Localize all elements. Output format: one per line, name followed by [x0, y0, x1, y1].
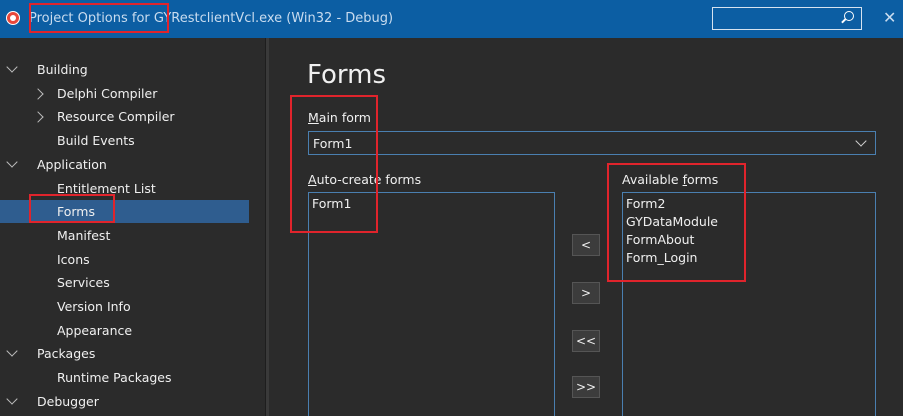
main-form-label-mnemonic: M — [308, 110, 319, 125]
chevron-down-icon[interactable] — [6, 393, 18, 405]
sidebar-item-version-info[interactable]: Version Info — [0, 295, 249, 318]
sidebar-item-label: Services — [57, 275, 110, 291]
move-all-left-button[interactable]: << — [572, 330, 600, 352]
sidebar-item-forms[interactable]: Forms — [0, 200, 249, 224]
list-item[interactable]: Form2 — [623, 195, 875, 213]
list-item[interactable]: Form_Login — [623, 249, 875, 267]
main-form-label: Main form — [308, 110, 371, 125]
window-title-project: GYRestclientVcl.exe (Win32 - Debug) — [153, 11, 394, 26]
search-icon[interactable] — [844, 11, 854, 21]
search-input[interactable] — [712, 7, 862, 30]
sidebar-item-debugger[interactable]: Debugger — [0, 390, 249, 413]
list-item[interactable]: FormAbout — [623, 231, 875, 249]
chevron-down-icon[interactable] — [855, 135, 867, 147]
sidebar-item-label: Building — [37, 62, 88, 77]
sidebar-item-label: Packages — [37, 346, 96, 362]
sidebar-item-label: Appearance — [57, 322, 133, 338]
window-title-prefix: Project Options for — [29, 11, 154, 26]
main-form-value: Form1 — [313, 136, 353, 151]
sidebar-item-appearance[interactable]: Appearance — [0, 319, 249, 342]
sidebar-item-application[interactable]: Application — [0, 153, 249, 176]
sidebar-item-label: Icons — [57, 251, 90, 267]
auto-create-list[interactable]: Form1 — [308, 192, 555, 416]
sidebar-item-resource-compiler[interactable]: Resource Compiler — [0, 105, 249, 128]
window-title: Project Options for GYRestclientVcl.exe … — [29, 11, 393, 26]
sidebar-item-manifest[interactable]: Manifest — [0, 224, 249, 247]
available-forms-list[interactable]: Form2 GYDataModule FormAbout Form_Login — [622, 192, 876, 416]
forms-panel: Forms Main form Form1 Auto-create forms … — [270, 38, 903, 416]
move-right-button[interactable]: > — [572, 282, 600, 304]
sidebar-item-label: Forms — [57, 204, 96, 220]
available-forms-label: Available forms — [622, 172, 718, 187]
chevron-down-icon[interactable] — [6, 61, 18, 73]
sidebar-item-label: Debugger — [37, 393, 99, 409]
main-form-select[interactable]: Form1 — [308, 131, 876, 155]
sidebar-item-delphi-compiler[interactable]: Delphi Compiler — [0, 82, 249, 105]
splitter[interactable] — [265, 38, 269, 416]
sidebar-item-icons[interactable]: Icons — [0, 248, 249, 271]
title-bar: Project Options for GYRestclientVcl.exe … — [0, 0, 903, 38]
sidebar-item-label: Version Info — [57, 299, 131, 314]
list-item[interactable]: GYDataModule — [623, 213, 875, 231]
sidebar-item-packages[interactable]: Packages — [0, 342, 249, 365]
delphi-app-icon — [6, 11, 20, 25]
sidebar-item-label: Manifest — [57, 227, 111, 243]
sidebar-item-label: Resource Compiler — [57, 109, 175, 125]
move-left-button[interactable]: < — [572, 234, 600, 256]
available-label-prefix: Available — [622, 172, 683, 187]
chevron-down-icon[interactable] — [6, 345, 18, 358]
page-title: Forms — [307, 60, 387, 90]
chevron-down-icon[interactable] — [6, 156, 18, 168]
sidebar-item-label: Application — [37, 156, 107, 172]
sidebar-item-build-events[interactable]: Build Events — [0, 129, 249, 152]
sidebar-item-label: Build Events — [57, 133, 135, 149]
close-icon[interactable]: ✕ — [883, 8, 896, 27]
sidebar-item-runtime-packages[interactable]: Runtime Packages — [0, 366, 249, 389]
sidebar-item-services[interactable]: Services — [0, 271, 249, 294]
available-label-text: orms — [686, 172, 719, 187]
sidebar-item-label: Runtime Packages — [57, 370, 172, 386]
sidebar-item-entitlement-list[interactable]: Entitlement List — [0, 177, 249, 200]
sidebar-item-building[interactable]: Building — [0, 58, 249, 81]
main-form-label-text: ain form — [318, 110, 371, 125]
sidebar-item-label: Delphi Compiler — [57, 85, 158, 101]
list-item[interactable]: Form1 — [309, 195, 554, 213]
move-all-right-button[interactable]: >> — [572, 376, 600, 398]
auto-create-label-mnemonic: A — [308, 172, 317, 187]
chevron-right-icon[interactable] — [32, 88, 44, 100]
auto-create-label-text: uto-create forms — [316, 172, 422, 187]
options-tree[interactable]: Building Delphi Compiler Resource Compiler… — [0, 38, 265, 416]
auto-create-label: Auto-create forms — [308, 172, 421, 187]
chevron-right-icon[interactable] — [32, 111, 44, 124]
sidebar-item-label: Entitlement List — [57, 180, 156, 196]
